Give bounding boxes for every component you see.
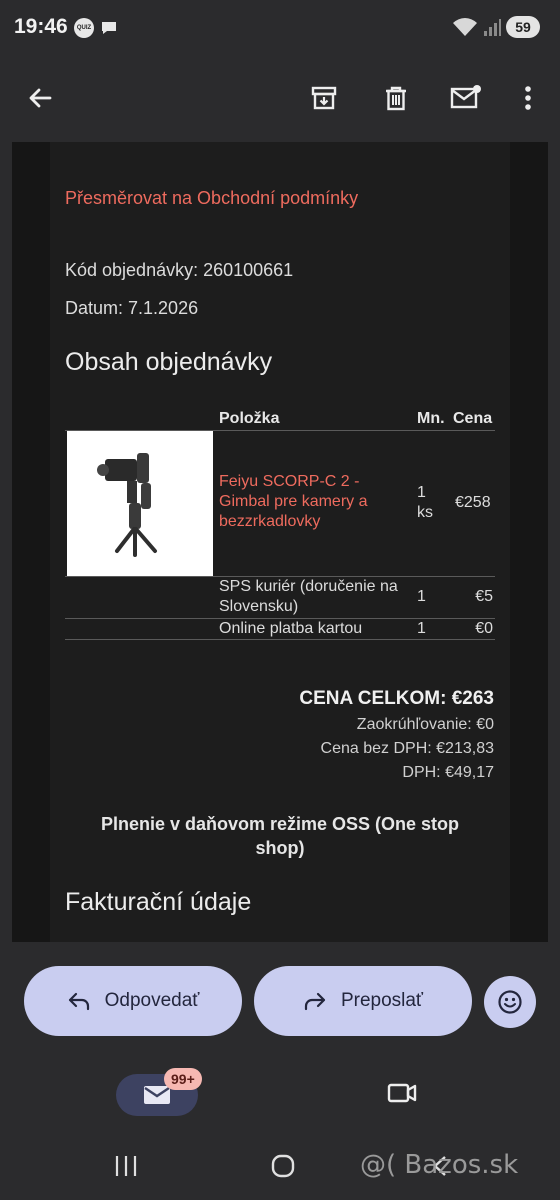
reply-label: Odpovedať	[104, 990, 200, 1011]
payment-price: €0	[475, 620, 493, 637]
order-heading: Obsah objednávky	[65, 348, 273, 376]
payment-qty: 1	[417, 620, 426, 637]
emoji-reaction-button[interactable]	[484, 976, 536, 1028]
status-bar: 19:46 QUIZ 59	[0, 0, 560, 56]
bazos-watermark: @( Bazos.sk	[360, 1150, 519, 1180]
col-header-qty: Mn.	[417, 410, 445, 427]
video-camera-icon	[387, 1083, 417, 1103]
wifi-icon	[453, 18, 477, 36]
reply-icon	[68, 992, 89, 1011]
email-body[interactable]: Přesměrovat na Obchodní podmínky Kód obj…	[12, 142, 548, 942]
system-navigation-bar: @( Bazos.sk	[0, 1140, 560, 1200]
forward-button[interactable]: Preposlať	[254, 966, 472, 1036]
signal-icon	[484, 19, 501, 36]
bottom-navigation: 99+	[0, 1060, 560, 1140]
col-header-price: Cena	[453, 410, 493, 427]
forward-label: Preposlať	[340, 990, 424, 1011]
product-qty: 1 ks	[417, 484, 433, 521]
arrow-left-icon	[29, 88, 52, 108]
payment-item: Online platba kartou	[219, 620, 363, 637]
archive-icon	[311, 86, 337, 110]
mark-unread-button[interactable]	[442, 74, 490, 122]
order-date: Datum: 7.1.2026	[65, 298, 199, 318]
unread-count-badge: 99+	[164, 1068, 202, 1090]
order-code: Kód objednávky: 260100661	[65, 260, 294, 280]
home-icon[interactable]	[270, 1153, 296, 1179]
back-button[interactable]	[16, 74, 64, 122]
archive-button[interactable]	[300, 74, 348, 122]
col-header-item: Položka	[219, 410, 280, 427]
reply-button[interactable]: Odpovedať	[24, 966, 242, 1036]
more-options-button[interactable]	[504, 74, 552, 122]
shipping-item: SPS kuriér (doručenie na Slovensku)	[219, 578, 398, 615]
recent-apps-icon[interactable]	[113, 1154, 139, 1178]
product-price: €258	[455, 494, 491, 511]
product-image[interactable]	[67, 431, 213, 576]
delete-button[interactable]	[372, 74, 420, 122]
shipping-price: €5	[475, 588, 493, 605]
email-content-panel: Přesměrovat na Obchodní podmínky Kód obj…	[50, 142, 510, 942]
gimbal-product-photo	[97, 453, 157, 557]
meet-tab[interactable]	[386, 1080, 418, 1111]
quiz-notification-icon: QUIZ	[74, 18, 94, 38]
price-without-vat: Cena bez DPH: €213,83	[320, 740, 494, 757]
mail-unread-icon	[450, 85, 481, 109]
status-time: 19:46	[14, 15, 68, 38]
battery-indicator: 59	[506, 16, 540, 38]
rounding: Zaokrúhľovanie: €0	[356, 716, 494, 733]
chat-notification-icon	[102, 22, 116, 34]
product-name-link[interactable]: Feiyu SCORP-C 2 - Gimbal pre kamery a be…	[219, 472, 368, 532]
oss-note: Plnenie v daňovom režime OSS (One stop s…	[100, 814, 460, 858]
terms-link[interactable]: Přesměrovat na Obchodní podmínky	[65, 188, 358, 209]
reply-actions-bar: Odpovedať Preposlať	[0, 942, 560, 1060]
app-bar	[0, 56, 560, 140]
total-price: CENA CELKOM: €263	[299, 688, 494, 709]
billing-heading: Fakturační údaje	[65, 888, 252, 916]
trash-icon	[386, 86, 406, 111]
vat-amount: DPH: €49,17	[402, 764, 494, 781]
more-vert-icon	[525, 86, 531, 110]
smiley-icon	[498, 990, 522, 1014]
shipping-qty: 1	[417, 588, 426, 605]
forward-icon	[304, 992, 326, 1011]
